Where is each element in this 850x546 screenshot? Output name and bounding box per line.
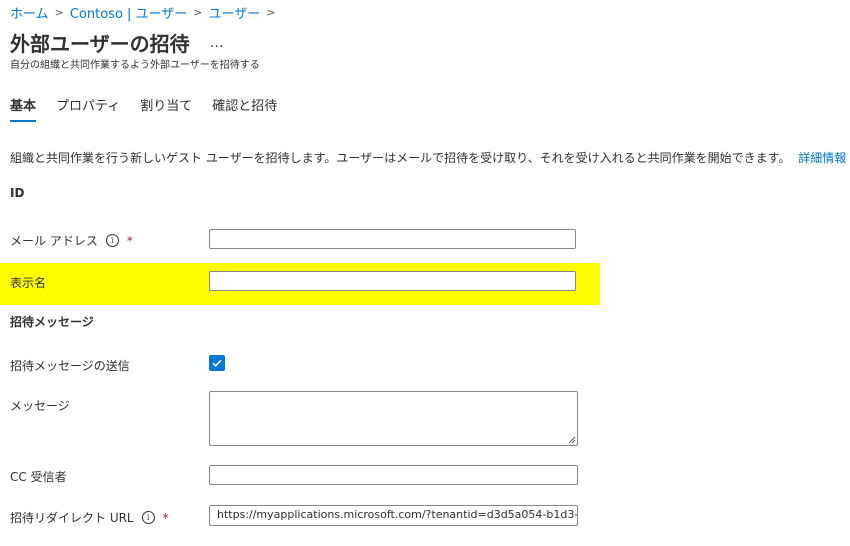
learn-more-label: 詳細情報 — [798, 151, 847, 165]
description-text: 組織と共同作業を行う新しいゲスト ユーザーを招待します。ユーザーはメールで招待を… — [10, 151, 791, 165]
tab-review-invite[interactable]: 確認と招待 — [212, 95, 277, 122]
breadcrumb: ホーム > Contoso | ユーザー > ユーザー > — [10, 3, 281, 22]
more-options-icon[interactable]: … — [210, 35, 225, 51]
chevron-right-icon: > — [266, 6, 276, 19]
send-invite-label: 招待メッセージの送信 — [10, 359, 130, 373]
redirect-url-label: 招待リダイレクト URL — [10, 511, 134, 525]
required-mark: * — [126, 233, 133, 248]
tab-properties[interactable]: プロパティ — [56, 95, 120, 122]
page-subtitle: 自分の組織と共同作業するよう外部ユーザーを招待する — [10, 60, 260, 71]
tab-assignments[interactable]: 割り当て — [140, 95, 192, 122]
breadcrumb-contoso-users[interactable]: Contoso | ユーザー — [70, 3, 187, 22]
page-title: 外部ユーザーの招待 — [10, 32, 190, 56]
display-name-label: 表示名 — [10, 276, 47, 290]
redirect-url-field[interactable]: https://myapplications.microsoft.com/?te… — [209, 505, 578, 526]
required-mark: * — [162, 510, 169, 525]
resize-grip-icon[interactable] — [568, 436, 576, 444]
info-icon[interactable]: i — [141, 511, 155, 524]
display-name-field[interactable] — [209, 271, 576, 291]
email-label: メール アドレス — [10, 234, 98, 248]
title-row: 外部ユーザーの招待 … — [10, 28, 225, 57]
learn-more-link[interactable]: 詳細情報 — [798, 151, 850, 165]
breadcrumb-users[interactable]: ユーザー — [209, 3, 261, 22]
send-invite-checkbox[interactable] — [209, 355, 225, 371]
section-invitation: 招待メッセージ — [10, 315, 94, 329]
redirect-url-label-row: 招待リダイレクト URL i * — [10, 509, 169, 526]
email-label-row: メール アドレス i * — [10, 232, 133, 249]
message-textarea[interactable] — [209, 391, 578, 446]
chevron-right-icon: > — [54, 6, 64, 19]
cc-label: CC 受信者 — [10, 470, 67, 484]
tab-bar: 基本 プロパティ 割り当て 確認と招待 — [10, 95, 297, 122]
checkmark-icon — [212, 359, 222, 367]
section-identity: ID — [10, 186, 25, 200]
description: 組織と共同作業を行う新しいゲスト ユーザーを招待します。ユーザーはメールで招待を… — [10, 149, 850, 166]
invite-external-user-page: ホーム > Contoso | ユーザー > ユーザー > 外部ユーザーの招待 … — [0, 0, 850, 546]
chevron-right-icon: > — [193, 6, 203, 19]
info-icon[interactable]: i — [105, 234, 119, 247]
email-field[interactable] — [209, 229, 576, 249]
cc-recipients-field[interactable] — [209, 465, 578, 485]
tab-basics[interactable]: 基本 — [10, 95, 37, 122]
breadcrumb-home[interactable]: ホーム — [10, 3, 49, 22]
message-label: メッセージ — [10, 399, 70, 413]
